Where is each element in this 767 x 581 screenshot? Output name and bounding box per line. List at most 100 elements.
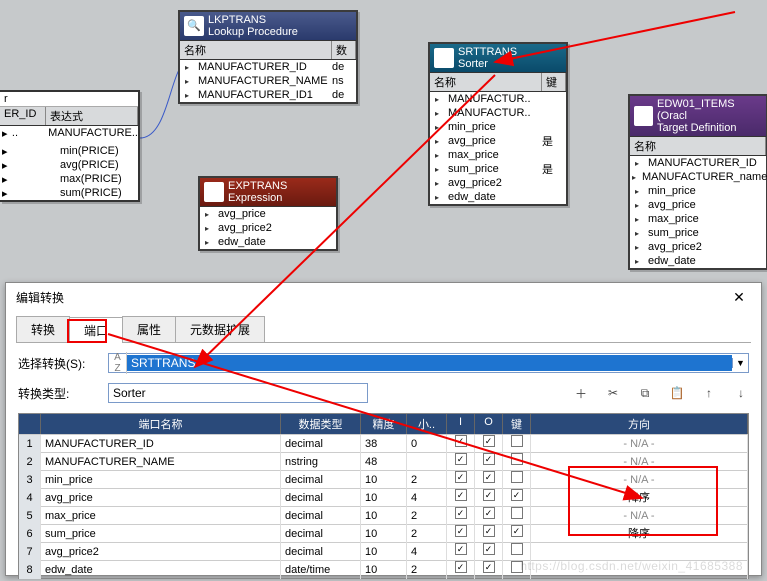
lookup-transform[interactable]: 🔍 LKPTRANS Lookup Procedure 名称数 ▸MANUFAC… — [178, 10, 358, 104]
checkbox[interactable]: ✓ — [455, 489, 467, 501]
port-row[interactable]: ▸avg_price — [630, 198, 766, 212]
move-down-icon[interactable]: ↓ — [733, 385, 749, 401]
port-row[interactable]: ▸avg(PRICE) — [0, 158, 138, 172]
table-row[interactable]: 6 sum_price decimal 10 2 ✓ ✓ ✓ 降序 — [19, 524, 748, 542]
checkbox[interactable]: ✓ — [483, 471, 495, 483]
target-titlebar[interactable]: ▦ EDW01_ITEMS (Oracl Target Definition — [630, 96, 766, 136]
checkbox[interactable]: ✓ — [455, 525, 467, 537]
port-row[interactable]: ▸avg_price — [200, 207, 336, 221]
h-prec: 精度 — [361, 414, 407, 434]
checkbox[interactable]: ✓ — [455, 471, 467, 483]
checkbox[interactable]: ✓ — [483, 543, 495, 555]
tab-metadata[interactable]: 元数据扩展 — [175, 316, 265, 342]
checkbox[interactable] — [511, 453, 523, 465]
tabs: 转换 端口 属性 元数据扩展 — [16, 316, 751, 343]
target-icon: ▦ — [634, 106, 653, 126]
move-up-icon[interactable]: ↑ — [701, 385, 717, 401]
checkbox[interactable] — [511, 543, 523, 555]
sorter-transform[interactable]: ↕ SRTTRANS Sorter 名称键 ▸MANUFACTUR..▸MANU… — [428, 42, 568, 206]
port-row[interactable]: ▸MANUFACTURER_ID1de — [180, 88, 356, 102]
transform-type-value: Sorter — [109, 385, 367, 401]
port-row[interactable]: ▸MANUFACTURER_IDde — [180, 60, 356, 74]
table-row[interactable]: 7 avg_price2 decimal 10 4 ✓ ✓ — [19, 542, 748, 560]
table-row[interactable]: 3 min_price decimal 10 2 ✓ ✓ - N/A - — [19, 470, 748, 488]
transform-type-label: 转换类型: — [18, 385, 108, 402]
select-transform-combo[interactable]: AZ SRTTRANS ▼ — [108, 353, 749, 373]
checkbox[interactable]: ✓ — [483, 507, 495, 519]
col-name: 名称 — [630, 137, 766, 155]
close-button[interactable]: ✕ — [727, 289, 751, 306]
checkbox[interactable] — [511, 471, 523, 483]
checkbox[interactable]: ✓ — [455, 543, 467, 555]
add-port-icon[interactable]: ＋ — [573, 385, 589, 401]
copy-icon[interactable]: ⧉ — [637, 385, 653, 401]
tab-transform[interactable]: 转换 — [16, 316, 70, 342]
checkbox[interactable] — [511, 435, 523, 447]
checkbox[interactable]: ✓ — [483, 489, 495, 501]
port-row[interactable]: ▸avg_price2 — [200, 221, 336, 235]
port-row[interactable]: ▸min(PRICE) — [0, 144, 138, 158]
port-row[interactable]: ▸edw_date — [430, 190, 566, 204]
tab-ports[interactable]: 端口 — [69, 317, 123, 343]
checkbox[interactable]: ✓ — [511, 489, 523, 501]
transform-type-field: Sorter — [108, 383, 368, 403]
port-row[interactable]: ▸sum_price是 — [430, 162, 566, 176]
port-row[interactable]: ▸min_price — [630, 184, 766, 198]
port-row[interactable]: ▸max_price — [430, 148, 566, 162]
table-row[interactable]: 2 MANUFACTURER_NAME nstring 48 ✓ ✓ - N/A… — [19, 452, 748, 470]
tgt-title2: Target Definition — [657, 122, 762, 134]
checkbox[interactable]: ✓ — [483, 453, 495, 465]
port-row[interactable]: ▸edw_date — [630, 254, 766, 268]
ports-grid[interactable]: 端口名称 数据类型 精度 小.. I O 键 方向 1 MANUFACTURER… — [18, 413, 749, 579]
table-row[interactable]: 4 avg_price decimal 10 4 ✓ ✓ ✓ 降序 — [19, 488, 748, 506]
port-row[interactable]: ▸MANUFACTUR.. — [430, 106, 566, 120]
port-row[interactable]: ▸MANUFACTUR.. — [430, 92, 566, 106]
checkbox[interactable]: ✓ — [483, 435, 495, 447]
port-row[interactable]: ▸sum_price — [630, 226, 766, 240]
h-key: 键 — [503, 414, 531, 434]
port-row[interactable]: ▸MANUFACTURER_ID — [630, 156, 766, 170]
h-scale: 小.. — [407, 414, 447, 434]
port-row[interactable]: ▸MANUFACTURER_NAMEns — [180, 74, 356, 88]
cut-icon[interactable]: ✂ — [605, 385, 621, 401]
port-row[interactable]: ▸min_price — [430, 120, 566, 134]
tgt-title1: EDW01_ITEMS (Oracl — [657, 98, 762, 122]
checkbox[interactable] — [511, 507, 523, 519]
sorter-title2: Sorter — [458, 58, 517, 70]
lookup-titlebar[interactable]: 🔍 LKPTRANS Lookup Procedure — [180, 12, 356, 40]
port-row[interactable]: ▸max_price — [630, 212, 766, 226]
port-row[interactable]: ▸max(PRICE) — [0, 172, 138, 186]
lookup-title1: LKPTRANS — [208, 14, 298, 26]
paste-icon[interactable]: 📋 — [669, 385, 685, 401]
port-row[interactable]: ▸MANUFACTURER_name — [630, 170, 766, 184]
checkbox[interactable]: ✓ — [455, 435, 467, 447]
checkbox[interactable]: ✓ — [511, 525, 523, 537]
port-row[interactable]: ▸sum(PRICE) — [0, 186, 138, 200]
port-row[interactable]: ▸avg_price2 — [630, 240, 766, 254]
port-row[interactable]: ▸avg_price是 — [430, 134, 566, 148]
target-transform[interactable]: ▦ EDW01_ITEMS (Oracl Target Definition 名… — [628, 94, 767, 270]
table-row[interactable]: 1 MANUFACTURER_ID decimal 38 0 ✓ ✓ - N/A… — [19, 434, 748, 452]
checkbox[interactable]: ✓ — [455, 561, 467, 573]
left-h2: 表达式 — [46, 107, 138, 125]
dialog-title: 编辑转换 — [16, 289, 64, 306]
checkbox[interactable]: ✓ — [455, 453, 467, 465]
expression-transform[interactable]: ƒ EXPTRANS Expression ▸avg_price▸avg_pri… — [198, 176, 338, 251]
col-key: 键 — [542, 73, 566, 91]
checkbox[interactable]: ✓ — [483, 525, 495, 537]
h-port: 端口名称 — [41, 414, 281, 434]
h-dtype: 数据类型 — [281, 414, 361, 434]
h-i: I — [447, 414, 475, 434]
select-transform-label: 选择转换(S): — [18, 355, 108, 372]
chevron-down-icon[interactable]: ▼ — [732, 358, 748, 368]
port-row[interactable]: ▸avg_price2 — [430, 176, 566, 190]
sorter-titlebar[interactable]: ↕ SRTTRANS Sorter — [430, 44, 566, 72]
left-h1: ER_ID — [0, 107, 46, 125]
tab-properties[interactable]: 属性 — [122, 316, 176, 342]
table-row[interactable]: 5 max_price decimal 10 2 ✓ ✓ - N/A - — [19, 506, 748, 524]
source-table[interactable]: r ER_ID表达式 ▸..MANUFACTURE.. ▸min(PRICE)▸… — [0, 90, 140, 202]
expression-titlebar[interactable]: ƒ EXPTRANS Expression — [200, 178, 336, 206]
port-row[interactable]: ▸edw_date — [200, 235, 336, 249]
checkbox[interactable]: ✓ — [483, 561, 495, 573]
checkbox[interactable]: ✓ — [455, 507, 467, 519]
